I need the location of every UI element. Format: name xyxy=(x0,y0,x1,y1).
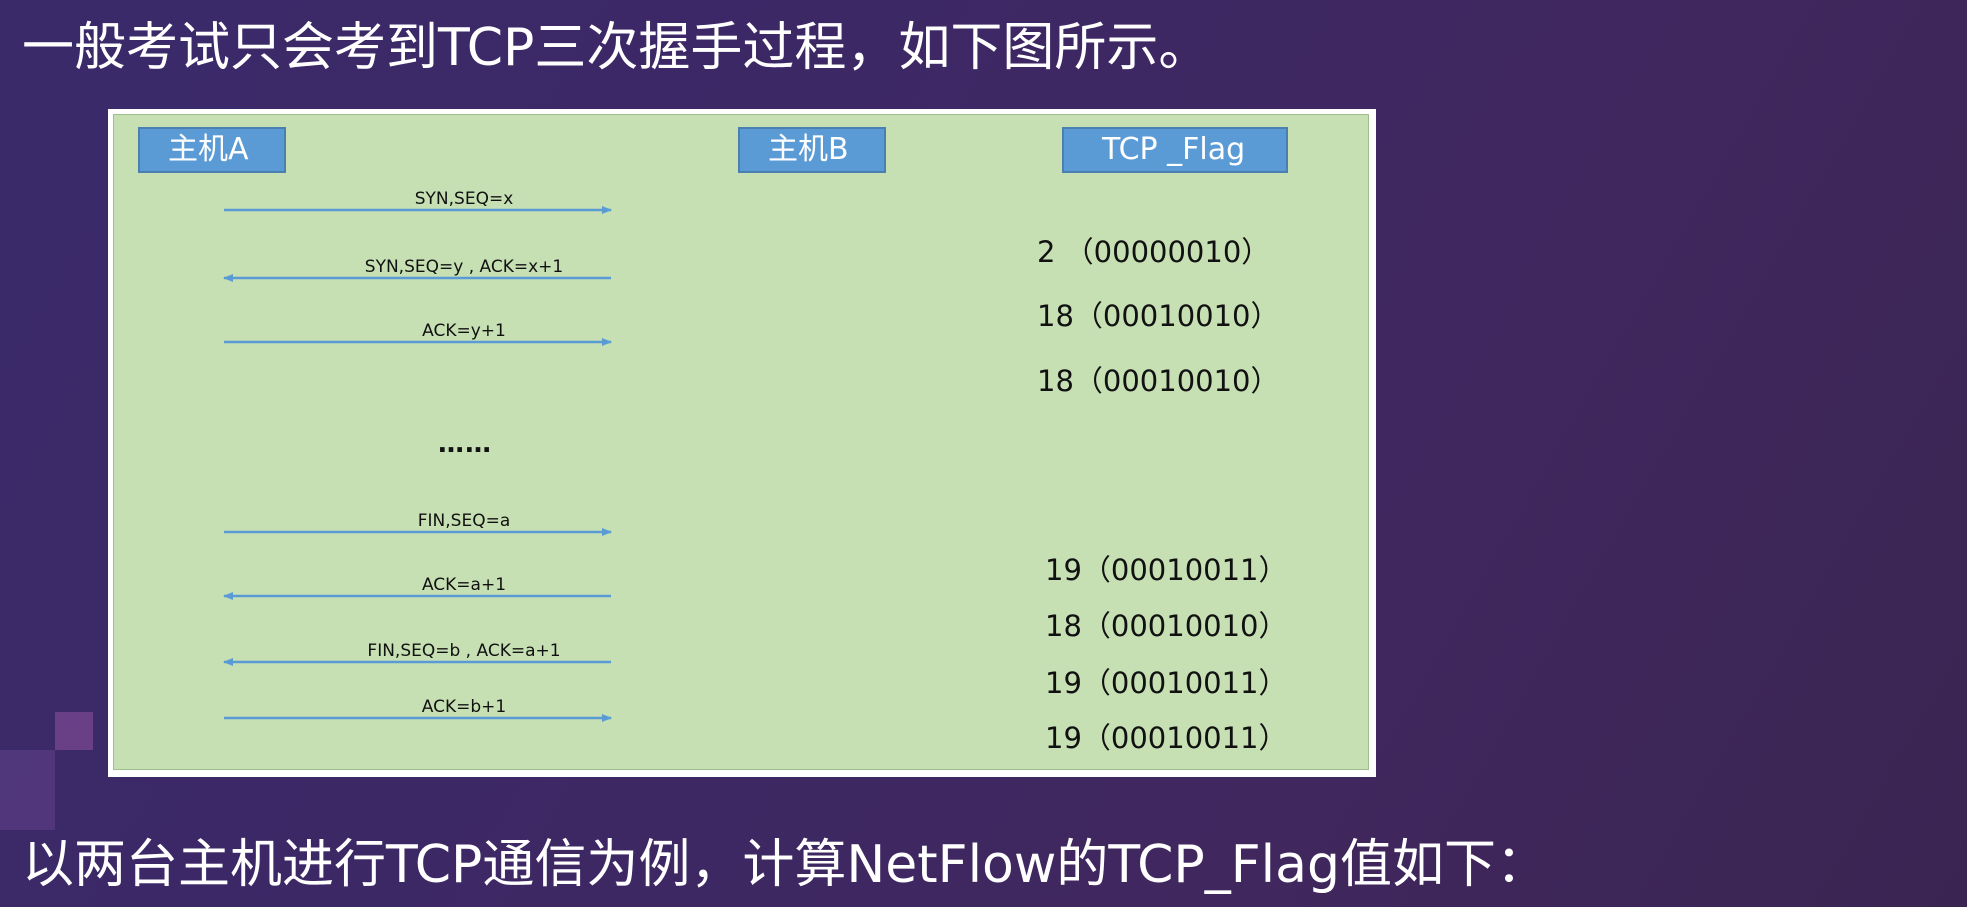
flag-value: 18（00010010） xyxy=(1045,609,1288,643)
flag-value: 19（00010011） xyxy=(1045,721,1288,755)
message-label: ACK=b+1 xyxy=(421,697,507,717)
flag-value: 19（00010011） xyxy=(1045,553,1288,587)
decorative-square xyxy=(0,750,55,830)
message-label: SYN,SEQ=y , ACK=x+1 xyxy=(364,257,564,277)
tcp-diagram: 主机A 主机B TCP _Flag SYN,SEQ=x SYN,SEQ=y , … xyxy=(108,109,1376,777)
page-heading: 一般考试只会考到TCP三次握手过程，如下图所示。 xyxy=(22,18,1211,78)
diagram-canvas: 主机A 主机B TCP _Flag SYN,SEQ=x SYN,SEQ=y , … xyxy=(113,114,1369,770)
message-label: SYN,SEQ=x xyxy=(414,189,514,209)
message-label: FIN,SEQ=b , ACK=a+1 xyxy=(367,641,561,661)
decorative-square xyxy=(55,712,93,750)
flag-value: 19（00010011） xyxy=(1045,666,1288,700)
footer-text: 以两台主机进行TCP通信为例，计算NetFlow的TCP_Flag值如下： xyxy=(22,835,1548,895)
message-label: ACK=a+1 xyxy=(421,575,507,595)
flag-value: 2 （00000010） xyxy=(1037,235,1271,269)
flag-value: 18（00010010） xyxy=(1037,299,1280,333)
message-label: FIN,SEQ=a xyxy=(417,511,511,531)
ellipsis: …… xyxy=(438,429,492,459)
flag-value: 18（00010010） xyxy=(1037,364,1280,398)
message-label: ACK=y+1 xyxy=(422,321,506,341)
